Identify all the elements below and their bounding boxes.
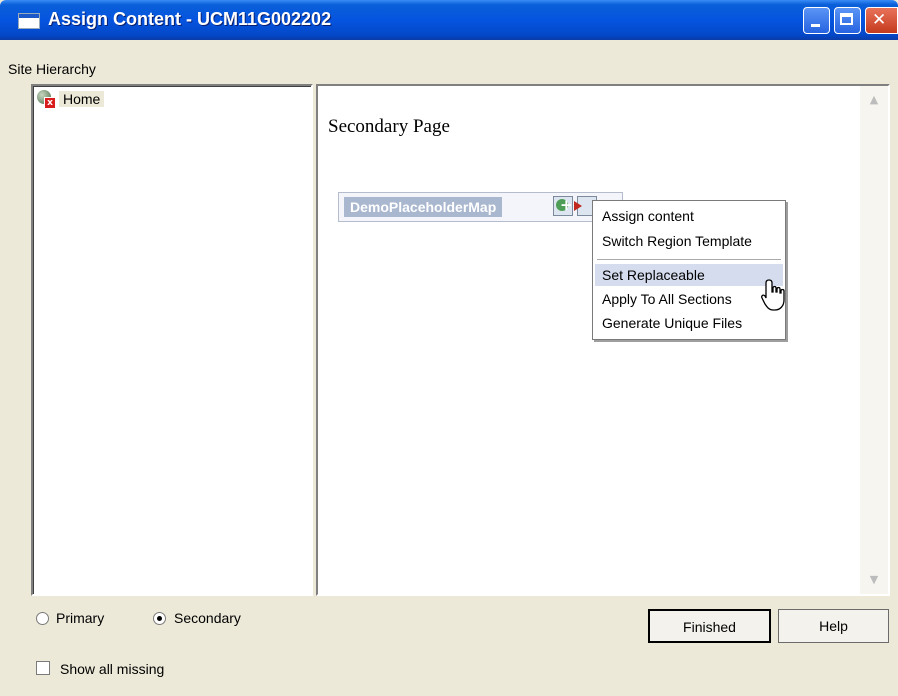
scroll-up-icon[interactable]: ▲ [864,90,884,110]
placeholder-label: DemoPlaceholderMap [344,197,503,217]
maximize-button[interactable] [834,7,861,34]
window-icon [18,13,40,29]
menu-item-generate-unique-files[interactable]: Generate Unique Files [595,312,783,334]
placeholder-region[interactable]: DemoPlaceholderMap [338,192,623,222]
menu-item-apply-to-all-sections[interactable]: Apply To All Sections [595,288,783,310]
scroll-down-icon[interactable]: ▼ [864,570,884,590]
site-hierarchy-label: Site Hierarchy [8,61,96,77]
add-content-icon[interactable] [553,196,573,216]
minimize-button[interactable] [803,7,830,34]
page-preview-pane[interactable]: Secondary Page DemoPlaceholderMap ▲ ▼ [316,84,890,596]
menu-item-set-replaceable[interactable]: Set Replaceable [595,264,783,286]
secondary-radio-label: Secondary [174,610,241,626]
assign-content-window: Assign Content - UCM11G002202 Site Hiera… [0,0,898,696]
show-all-missing-label: Show all missing [60,661,165,677]
primary-radio-label: Primary [56,610,105,626]
site-home-icon: x [37,90,56,109]
site-hierarchy-tree[interactable]: x Home [31,84,313,596]
tree-item-label: Home [59,91,105,107]
vertical-scrollbar[interactable]: ▲ ▼ [860,86,888,594]
close-button[interactable] [865,7,898,34]
tree-item-home[interactable]: x Home [37,89,105,109]
page-heading: Secondary Page [328,116,450,137]
primary-radio[interactable] [36,612,49,625]
title-bar[interactable]: Assign Content - UCM11G002202 [0,0,898,40]
secondary-radio[interactable] [153,612,166,625]
window-title: Assign Content - UCM11G002202 [48,9,332,29]
menu-separator [597,259,781,260]
show-all-missing-checkbox[interactable] [36,661,50,675]
menu-item-switch-region-template[interactable]: Switch Region Template [595,230,783,252]
region-context-menu: Assign content Switch Region Template Se… [592,200,786,340]
help-button[interactable]: Help [778,609,889,643]
finished-button[interactable]: Finished [648,609,771,643]
menu-item-assign-content[interactable]: Assign content [595,205,783,227]
hand-pointer-icon [761,279,785,311]
